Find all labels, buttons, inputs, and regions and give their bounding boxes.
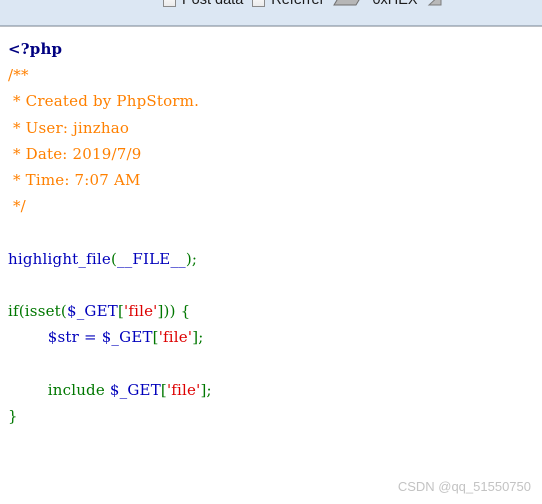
code-line: * Date: 2019/7/9 [8, 145, 142, 163]
code-token-string: 'file' [158, 328, 193, 347]
code-line: include $_GET['file']; [8, 381, 212, 399]
code-token-comment: * Created by PhpStorm. [8, 92, 200, 111]
referrer-label: Referrer [271, 0, 324, 7]
code-token-keyword: ); [185, 249, 198, 268]
php-source-view: <?php /** * Created by PhpStorm. * User:… [0, 27, 542, 504]
code-line: */ [8, 197, 26, 215]
toolbar-controls-row: Post data Referrer 0xHEX [0, 0, 542, 13]
code-token-comment: * Time: 7:07 AM [8, 171, 141, 190]
referrer-checkbox-group[interactable]: Referrer [252, 0, 324, 7]
code-line: highlight_file(__FILE__); [8, 250, 197, 268]
code-token-comment: */ [8, 197, 26, 216]
code-token-default: highlight_file [8, 249, 111, 268]
csdn-watermark: CSDN @qq_51550750 [397, 479, 531, 494]
post-data-checkbox[interactable] [163, 0, 176, 7]
code-token-tag: <?php [8, 40, 63, 58]
code-line: * User: jinzhao [8, 119, 129, 137]
code-token-comment: /** [8, 66, 29, 85]
code-token-keyword: include [8, 380, 110, 399]
plate-icon[interactable] [333, 0, 363, 7]
referrer-checkbox[interactable] [252, 0, 266, 7]
code-token-keyword: ]; [192, 328, 204, 347]
code-token-default: $str = $_GET [8, 328, 153, 347]
code-line: * Time: 7:07 AM [8, 171, 141, 189]
code-token-keyword: } [8, 406, 18, 425]
code-token-comment: * User: jinzhao [8, 118, 130, 137]
code-token-keyword: ])) { [157, 302, 191, 321]
code-token-string: 'file' [166, 380, 201, 399]
code-token-comment: * Date: 2019/7/9 [8, 144, 142, 163]
code-line: /** [8, 66, 29, 84]
code-token-default: $_GET [66, 302, 118, 321]
code-line: } [8, 407, 18, 425]
php-source-code: <?php /** * Created by PhpStorm. * User:… [0, 27, 542, 429]
code-token-keyword: if(isset( [8, 302, 67, 321]
code-token-keyword: ]; [200, 380, 212, 399]
code-token-default: __FILE__ [117, 249, 186, 268]
code-token-default: $_GET [109, 380, 161, 399]
code-line: if(isset($_GET['file'])) { [8, 302, 190, 320]
code-line: * Created by PhpStorm. [8, 92, 199, 110]
browser-extension-toolbar-clip: Post data Referrer 0xHEX [0, 0, 542, 27]
code-line: <?php [8, 40, 62, 58]
post-data-checkbox-group[interactable]: Post data [163, 0, 243, 7]
browser-extension-toolbar: Post data Referrer 0xHEX [0, 0, 542, 26]
post-data-label: Post data [182, 0, 243, 7]
hex-label[interactable]: 0xHEX [372, 0, 417, 8]
code-token-string: 'file' [124, 302, 158, 321]
code-line: $str = $_GET['file']; [8, 328, 204, 346]
triangle-icon[interactable] [427, 0, 443, 7]
